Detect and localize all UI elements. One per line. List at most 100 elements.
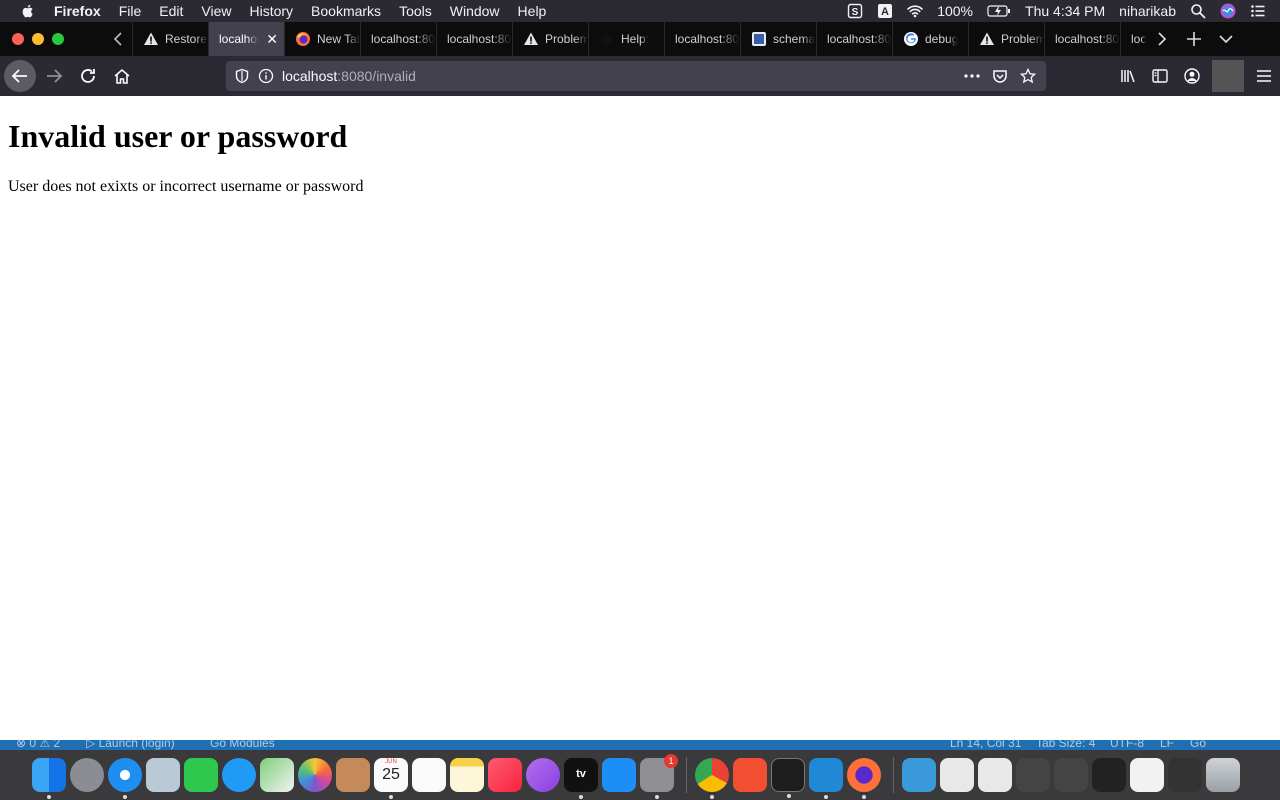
minimized-window-thumbnail[interactable] [978, 758, 1012, 792]
reload-button[interactable] [72, 60, 104, 92]
messages-icon[interactable] [222, 758, 256, 792]
finder-icon[interactable] [32, 758, 66, 799]
list-all-tabs-button[interactable] [1210, 22, 1242, 56]
downloads-folder-icon[interactable] [902, 758, 936, 792]
tab-localhost[interactable]: localhost [1120, 22, 1146, 56]
page-content: Invalid user or password User does not e… [0, 96, 1280, 740]
library-button[interactable] [1112, 60, 1144, 92]
photos-icon[interactable] [298, 758, 332, 792]
user-name[interactable]: niharikab [1119, 3, 1176, 19]
account-button[interactable] [1176, 60, 1208, 92]
tab-new-tab[interactable]: New Tab [284, 22, 360, 56]
site-info-icon[interactable] [258, 68, 274, 84]
menu-history[interactable]: History [249, 3, 293, 19]
mail-icon[interactable] [146, 758, 180, 792]
clock[interactable]: Thu 4:34 PM [1025, 3, 1105, 19]
shortcut-s-icon[interactable]: S [847, 3, 863, 19]
trash-icon[interactable] [1206, 758, 1240, 792]
tab-problem-loading[interactable]: Problem loading page [968, 22, 1044, 56]
scroll-tabs-left-button[interactable] [104, 22, 132, 56]
facetime-icon[interactable] [184, 758, 218, 792]
tab-problem-loading[interactable]: Problem loading page [512, 22, 588, 56]
vscode-icon[interactable] [809, 758, 843, 799]
music-icon[interactable] [488, 758, 522, 792]
zoom-window-button[interactable] [52, 33, 64, 45]
reminders-icon[interactable] [412, 758, 446, 792]
url-bar[interactable]: localhost:8080/invalid [226, 61, 1046, 91]
scroll-tabs-right-button[interactable] [1146, 22, 1178, 56]
status-eol[interactable]: LF [1160, 740, 1174, 750]
menu-bookmarks[interactable]: Bookmarks [311, 3, 381, 19]
git-client-icon[interactable] [733, 758, 767, 792]
forward-button[interactable] [38, 60, 70, 92]
wifi-icon[interactable] [907, 3, 924, 19]
menu-app-name[interactable]: Firefox [54, 3, 101, 19]
menu-tools[interactable]: Tools [399, 3, 432, 19]
tab-debug[interactable]: debug [892, 22, 968, 56]
terminal-icon[interactable] [771, 758, 805, 798]
tab-help[interactable]: Help: [588, 22, 664, 56]
menu-file[interactable]: File [119, 3, 142, 19]
new-tab-button[interactable] [1178, 22, 1210, 56]
status-encoding[interactable]: UTF-8 [1110, 740, 1144, 750]
menu-bar-extras: S A 100% Thu 4:34 PM niharikab [847, 0, 1280, 22]
minimize-window-button[interactable] [32, 33, 44, 45]
page-actions-button[interactable] [958, 61, 986, 91]
safari-icon[interactable] [108, 758, 142, 799]
maps-icon[interactable] [260, 758, 294, 792]
tab-localhost[interactable]: localhost:8080 [436, 22, 512, 56]
plus-icon [1187, 32, 1201, 46]
menu-edit[interactable]: Edit [159, 3, 183, 19]
status-language[interactable]: Go [1190, 740, 1206, 750]
tab-localhost[interactable]: localhost:8080 [664, 22, 740, 56]
contacts-icon[interactable] [336, 758, 370, 792]
menu-help[interactable]: Help [518, 3, 547, 19]
app-menu-button[interactable] [1248, 60, 1280, 92]
notes-icon[interactable] [450, 758, 484, 792]
pocket-button[interactable] [986, 61, 1014, 91]
calendar-icon[interactable]: JUN 25 [374, 758, 408, 799]
menu-view[interactable]: View [201, 3, 231, 19]
spotlight-search-icon[interactable] [1190, 3, 1206, 19]
apple-logo-icon[interactable] [20, 3, 36, 19]
status-tabsize[interactable]: Tab Size: 4 [1036, 740, 1095, 750]
back-button[interactable] [4, 60, 36, 92]
minimized-window-thumbnail[interactable] [1168, 758, 1202, 792]
notification-badge: 1 [664, 754, 678, 768]
minimized-window-thumbnail[interactable] [1092, 758, 1126, 792]
close-window-button[interactable] [12, 33, 24, 45]
input-source-a-icon[interactable]: A [877, 3, 893, 19]
tab-localhost[interactable]: localhost:8080 [360, 22, 436, 56]
system-preferences-icon[interactable]: 1 [640, 754, 678, 799]
tab-localhost[interactable]: localhost:8080 [816, 22, 892, 56]
tab-localhost[interactable]: localhost:8080 [1044, 22, 1120, 56]
bookmark-star-button[interactable] [1014, 61, 1042, 91]
tab-schema[interactable]: schema [740, 22, 816, 56]
app-store-icon[interactable] [602, 758, 636, 792]
url-bar-actions [958, 61, 1042, 91]
minimized-window-thumbnail[interactable] [1054, 758, 1088, 792]
apple-tv-icon[interactable]: tv [564, 758, 598, 799]
close-tab-icon[interactable]: ✕ [266, 31, 278, 48]
siri-icon[interactable] [1220, 3, 1236, 19]
launchpad-icon[interactable] [70, 758, 104, 792]
battery-charging-icon[interactable] [987, 3, 1011, 19]
sidebar-button[interactable] [1144, 60, 1176, 92]
tracking-protection-shield-icon[interactable] [234, 68, 250, 84]
minimized-window-thumbnail[interactable] [940, 758, 974, 792]
status-modules[interactable]: Go Modules [210, 740, 275, 750]
notification-center-icon[interactable] [1250, 3, 1266, 19]
firefox-dock-icon[interactable] [847, 758, 881, 799]
home-button[interactable] [106, 60, 138, 92]
minimized-window-thumbnail[interactable] [1016, 758, 1050, 792]
podcasts-icon[interactable] [526, 758, 560, 792]
tab-localhost-active[interactable]: localhost ✕ [208, 22, 284, 56]
status-launch[interactable]: ▷ Launch (login) [86, 740, 175, 750]
menu-window[interactable]: Window [450, 3, 500, 19]
tab-restore-session[interactable]: Restore Session [132, 22, 208, 56]
macos-menu-bar: Firefox File Edit View History Bookmarks… [0, 0, 1280, 22]
status-problems[interactable]: ⊗ 0 ⚠ 2 [16, 740, 60, 750]
minimized-window-thumbnail[interactable] [1130, 758, 1164, 792]
chrome-icon[interactable] [695, 758, 729, 799]
status-position[interactable]: Ln 14, Col 31 [950, 740, 1021, 750]
